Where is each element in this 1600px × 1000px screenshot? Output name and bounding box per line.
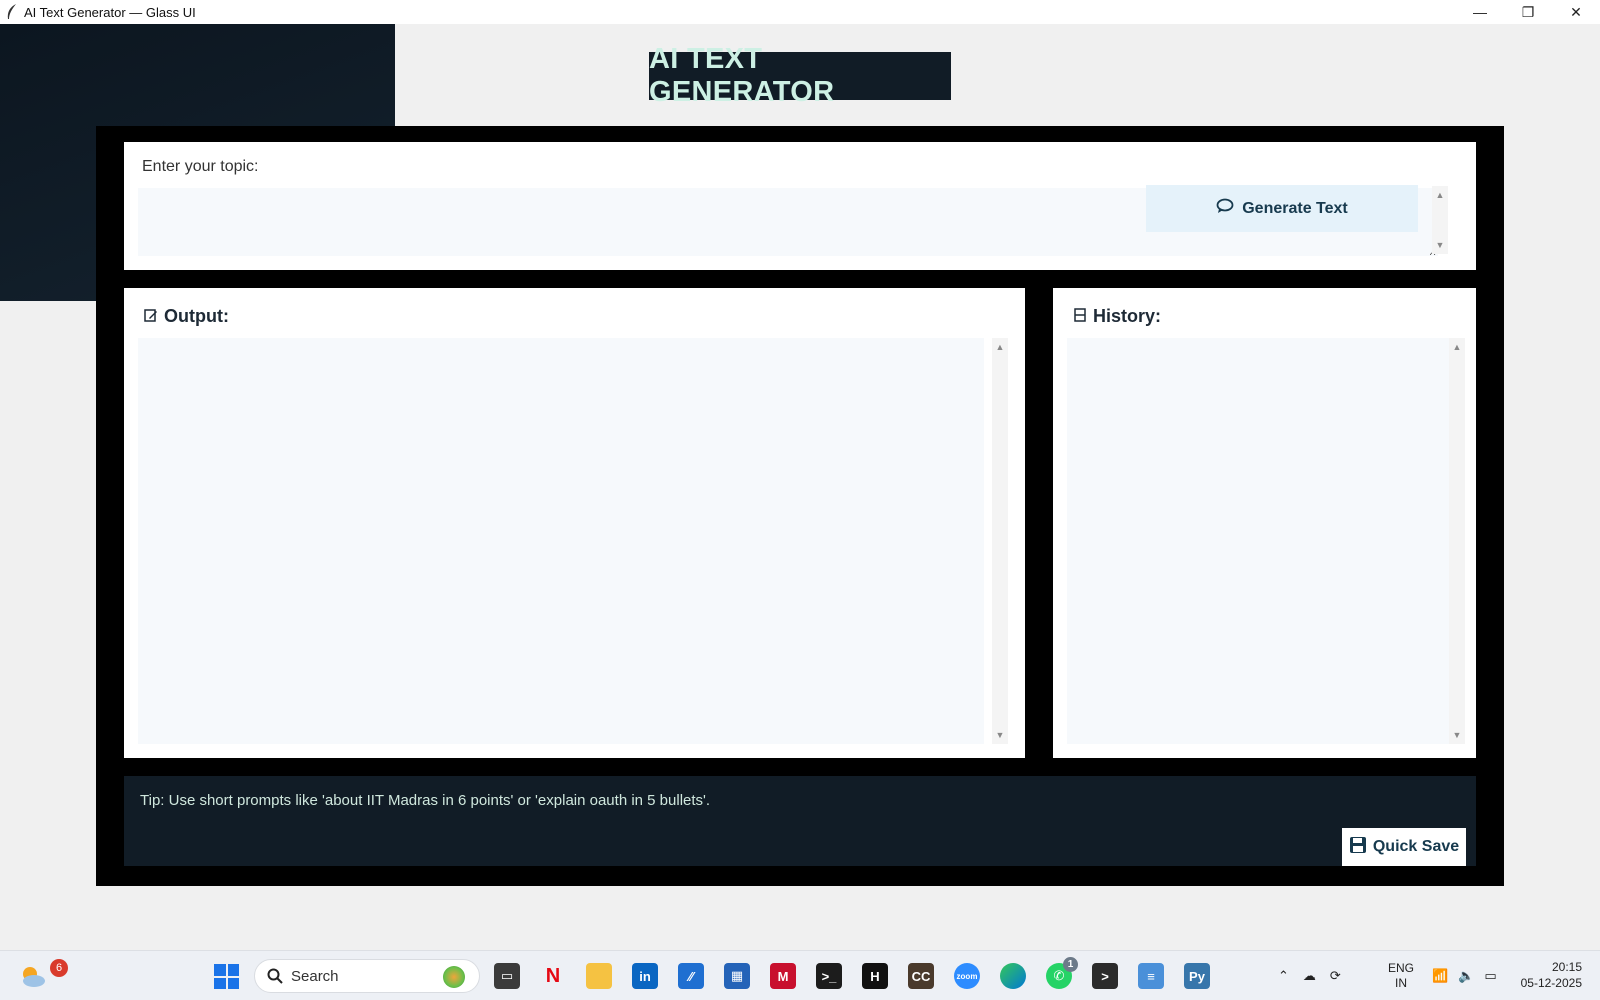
- language-indicator[interactable]: ENG IN: [1388, 961, 1414, 991]
- capcut-icon[interactable]: CC: [908, 963, 934, 989]
- scroll-up-arrow-icon[interactable]: ▲: [1449, 340, 1465, 354]
- taskbar-search[interactable]: Search: [254, 959, 480, 993]
- netflix-icon[interactable]: N: [540, 963, 566, 989]
- store-icon[interactable]: ▦: [724, 963, 750, 989]
- region-code: IN: [1395, 976, 1407, 990]
- tip-bar: Tip: Use short prompts like 'about IIT M…: [124, 776, 1476, 866]
- powershell-icon[interactable]: >: [1092, 963, 1118, 989]
- topic-label: Enter your topic:: [142, 158, 259, 175]
- history-header: History:: [1073, 306, 1161, 327]
- terminal-icon[interactable]: >_: [816, 963, 842, 989]
- scroll-down-arrow-icon[interactable]: ▼: [1432, 238, 1448, 252]
- output-scrollbar[interactable]: ▲ ▼: [992, 338, 1008, 744]
- output-label: Output:: [164, 306, 229, 326]
- app-heading: AI TEXT GENERATOR: [649, 43, 951, 108]
- whatsapp-badge: 1: [1063, 957, 1078, 972]
- feather-icon: [0, 0, 24, 24]
- window-title: AI Text Generator — Glass UI: [24, 4, 196, 20]
- taskbar-clock[interactable]: 20:15 05-12-2025: [1508, 959, 1582, 991]
- topic-panel: Enter your topic: Generate Text ▲ ▼: [124, 142, 1476, 270]
- clock-time: 20:15: [1551, 960, 1582, 974]
- app-client-area: AI TEXT GENERATOR Enter your topic: Gene…: [0, 24, 1600, 950]
- restore-button[interactable]: ❐: [1504, 0, 1552, 24]
- system-tray: ⌃ ☁ ⟳: [1278, 951, 1341, 1000]
- minimize-button[interactable]: —: [1456, 0, 1504, 24]
- clock-date: 05-12-2025: [1520, 976, 1582, 990]
- speech-bubble-icon: [1216, 198, 1234, 219]
- search-icon: [267, 968, 283, 984]
- floppy-disk-icon: [1349, 836, 1367, 859]
- generate-text-label: Generate Text: [1242, 199, 1348, 217]
- output-panel: Output: ▲ ▼: [124, 288, 1025, 758]
- chevron-up-icon[interactable]: ⌃: [1278, 968, 1289, 984]
- linkedin-icon[interactable]: in: [632, 963, 658, 989]
- volume-icon: 🔈: [1458, 968, 1475, 983]
- file-explorer-icon[interactable]: ▭: [494, 963, 520, 989]
- history-label: History:: [1093, 306, 1162, 326]
- history-scrollbar[interactable]: ▲ ▼: [1449, 338, 1465, 744]
- weather-badge: 6: [50, 959, 68, 977]
- generate-text-button[interactable]: Generate Text: [1146, 185, 1418, 232]
- scroll-up-arrow-icon[interactable]: ▲: [1432, 188, 1448, 202]
- history-textarea[interactable]: [1067, 338, 1449, 744]
- search-label: Search: [291, 967, 339, 985]
- notepad-icon[interactable]: ≡: [1138, 963, 1164, 989]
- folder-icon[interactable]: [586, 963, 612, 989]
- mcafee-icon[interactable]: M: [770, 963, 796, 989]
- edge-icon[interactable]: [1000, 963, 1026, 989]
- output-header: Output:: [144, 306, 229, 327]
- search-highlight-icon: [443, 966, 465, 988]
- topic-scrollbar[interactable]: ▲ ▼: [1432, 186, 1448, 254]
- quick-save-label: Quick Save: [1372, 838, 1460, 855]
- wifi-icon: 📶: [1432, 968, 1449, 983]
- onedrive-cloud-icon[interactable]: ☁: [1303, 968, 1316, 984]
- close-button[interactable]: ✕: [1552, 0, 1600, 24]
- hackerrank-icon[interactable]: H: [862, 963, 888, 989]
- quick-settings[interactable]: 📶 🔈 ▭: [1432, 951, 1497, 1000]
- python-icon[interactable]: Py: [1184, 963, 1210, 989]
- window-controls: — ❐ ✕: [1456, 0, 1600, 24]
- battery-icon: ▭: [1484, 968, 1497, 983]
- history-panel: History: ▲ ▼: [1053, 288, 1476, 758]
- main-frame: Enter your topic: Generate Text ▲ ▼ Outp…: [96, 126, 1504, 886]
- tip-text: Tip: Use short prompts like 'about IIT M…: [140, 792, 711, 809]
- whatsapp-icon[interactable]: ✆ 1: [1046, 957, 1078, 989]
- weather-widget[interactable]: 6: [18, 959, 68, 991]
- language-code: ENG: [1388, 961, 1415, 975]
- quick-save-button[interactable]: Quick Save: [1342, 828, 1466, 866]
- scroll-up-arrow-icon[interactable]: ▲: [992, 340, 1008, 354]
- zoom-icon[interactable]: zoom: [954, 963, 980, 989]
- windows-start-icon[interactable]: [214, 964, 239, 989]
- windows-taskbar: 6 Search ▭ N in ⁄⁄ ▦ M >_ H CC zoom ✆ 1 …: [0, 950, 1600, 1000]
- scroll-down-arrow-icon[interactable]: ▼: [992, 728, 1008, 742]
- edit-document-icon: [144, 306, 158, 327]
- history-icon: [1073, 306, 1087, 327]
- azure-icon[interactable]: ⁄⁄: [678, 963, 704, 989]
- scroll-down-arrow-icon[interactable]: ▼: [1449, 728, 1465, 742]
- output-textarea[interactable]: [138, 338, 984, 744]
- sync-icon[interactable]: ⟳: [1330, 968, 1341, 984]
- weather-cloud-icon: [23, 967, 45, 987]
- window-titlebar: AI Text Generator — Glass UI — ❐ ✕: [0, 0, 1600, 24]
